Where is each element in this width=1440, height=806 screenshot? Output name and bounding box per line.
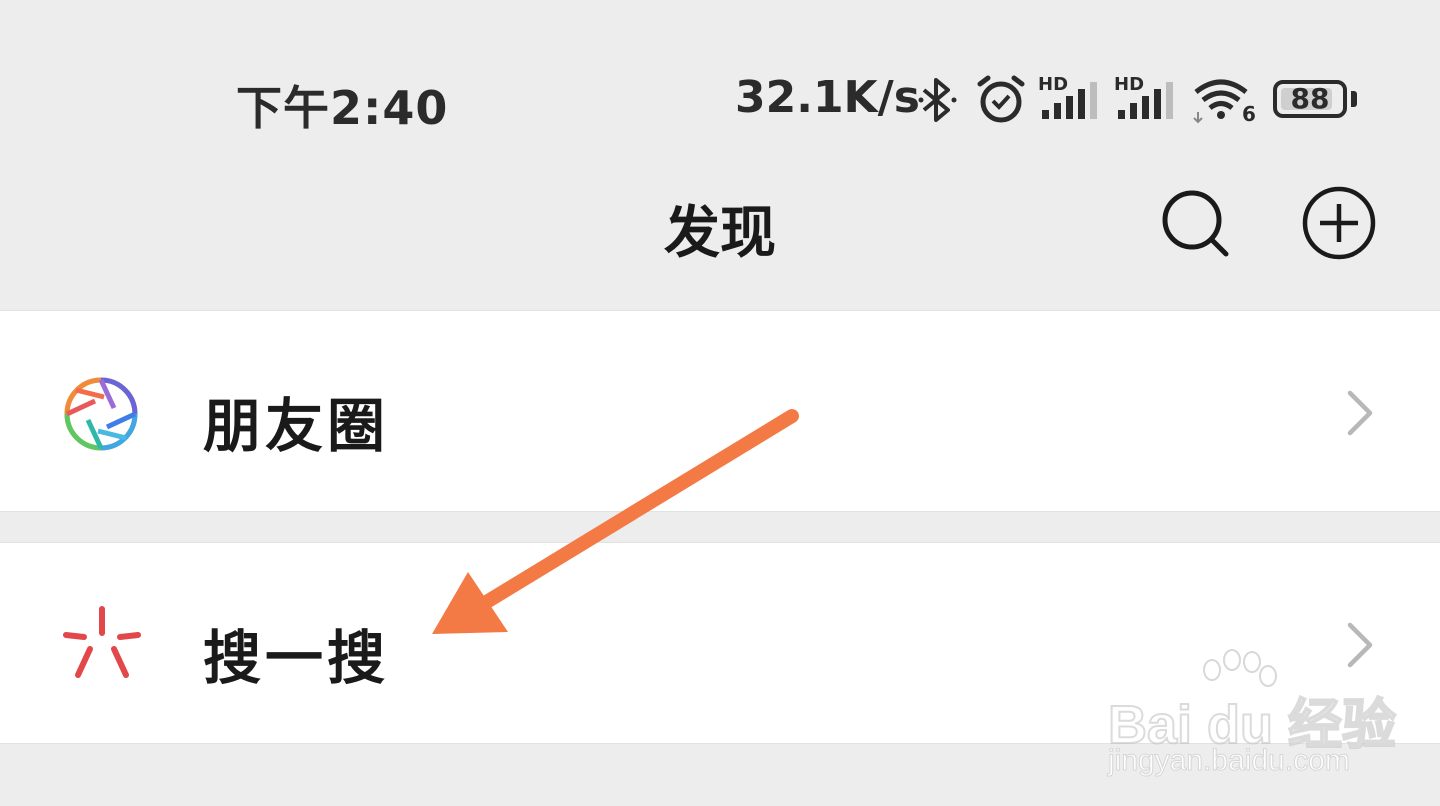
search-icon[interactable]	[1160, 188, 1232, 260]
status-bar: 下午2:40 32.1K/s HD HD 6 88	[0, 0, 1440, 170]
battery-icon: 88	[1273, 80, 1347, 118]
list-item-label: 搜一搜	[203, 624, 390, 692]
alarm-icon	[977, 75, 1025, 123]
add-circle-icon[interactable]	[1302, 186, 1376, 260]
chevron-right-icon	[1347, 622, 1373, 668]
search-burst-icon	[63, 606, 141, 678]
wifi-icon: 6	[1192, 76, 1256, 126]
list-item-label: 朋友圈	[203, 392, 390, 460]
signal-icon: HD	[1038, 74, 1104, 122]
list-item-search[interactable]: 搜一搜	[0, 542, 1440, 744]
list-item-moments[interactable]: 朋友圈	[0, 310, 1440, 512]
signal-icon: HD	[1114, 74, 1180, 122]
status-time: 下午2:40	[236, 81, 449, 135]
wifi-generation-label: 6	[1242, 102, 1256, 126]
network-speed: 32.1K/s	[735, 72, 920, 123]
battery-tip	[1351, 91, 1357, 107]
bluetooth-icon	[918, 78, 957, 122]
watermark-url: jingyan.baidu.com	[1108, 744, 1351, 778]
moments-aperture-icon	[64, 377, 138, 451]
chevron-right-icon	[1347, 390, 1373, 436]
battery-percent: 88	[1290, 82, 1330, 115]
